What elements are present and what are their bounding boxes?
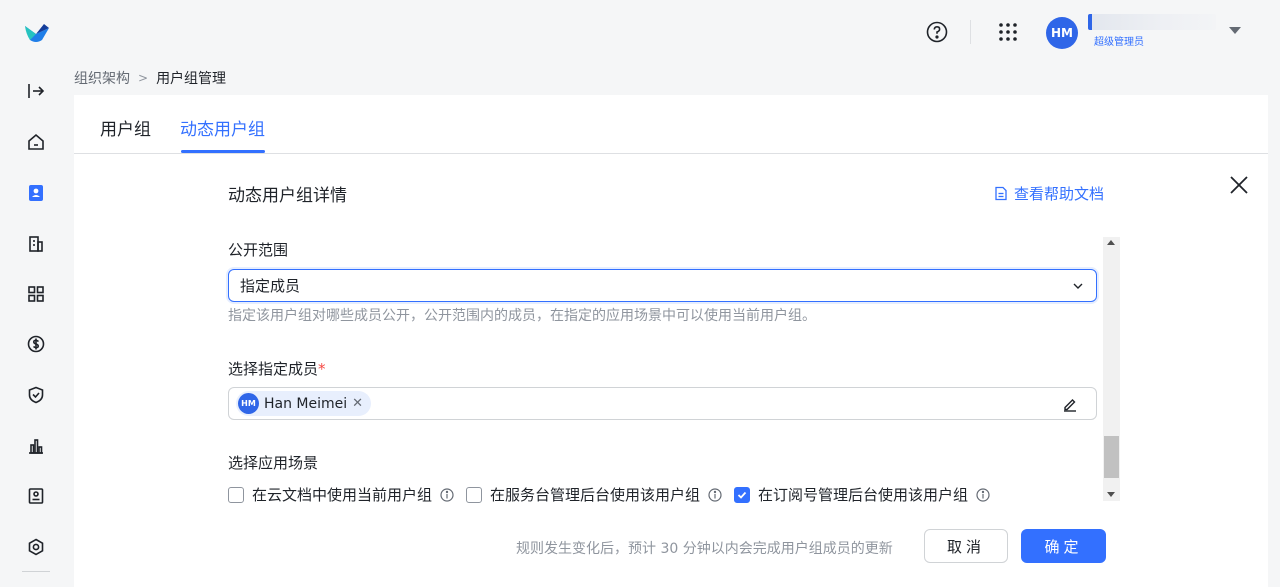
member-chip: HM Han Meimei ✕ <box>236 391 372 416</box>
scene-option-label: 在云文档中使用当前用户组 <box>252 486 433 504</box>
scrollbar-thumb[interactable] <box>1104 436 1119 478</box>
scrollbar[interactable] <box>1103 237 1120 501</box>
info-icon[interactable] <box>440 487 454 502</box>
help-doc-label: 查看帮助文档 <box>1014 185 1105 203</box>
info-icon[interactable] <box>708 487 722 502</box>
check-icon <box>737 491 747 499</box>
visibility-selected-value: 指定成员 <box>240 277 301 295</box>
breadcrumb-separator-icon: > <box>138 71 149 85</box>
app-logo[interactable] <box>22 20 52 46</box>
scene-option-subscription[interactable]: 在订阅号管理后台使用该用户组 <box>734 484 990 505</box>
breadcrumb-parent-link[interactable]: 组织架构 <box>74 68 130 88</box>
home-icon[interactable] <box>24 130 48 154</box>
scenes-options: 在云文档中使用当前用户组 在服务台管理后台使用该用户组 在订阅号管理后台使用该用… <box>228 484 990 505</box>
scene-option-helpdesk[interactable]: 在服务台管理后台使用该用户组 <box>466 484 734 505</box>
help-icon[interactable] <box>925 20 949 44</box>
update-note: 规则发生变化后，预计 30 分钟以内会完成用户组成员的更新 <box>516 541 893 557</box>
scene-option-label: 在订阅号管理后台使用该用户组 <box>758 486 969 504</box>
visibility-select[interactable]: 指定成员 <box>228 269 1097 302</box>
scenes-label: 选择应用场景 <box>228 454 319 472</box>
tab-bar: 用户组 动态用户组 <box>74 95 1268 154</box>
rail-divider <box>22 571 50 572</box>
active-tab-indicator <box>181 150 265 153</box>
required-mark: * <box>318 360 326 378</box>
user-role: 超级管理员 <box>1094 37 1144 48</box>
app-launcher-icon[interactable] <box>996 20 1020 44</box>
member-selector[interactable]: HM Han Meimei ✕ <box>228 387 1097 420</box>
account-menu-caret-icon[interactable] <box>1229 27 1241 34</box>
cancel-button[interactable]: 取消 <box>924 529 1008 563</box>
scene-option-docs[interactable]: 在云文档中使用当前用户组 <box>228 484 466 505</box>
apps-grid-icon[interactable] <box>24 282 48 306</box>
visibility-label: 公开范围 <box>228 241 289 259</box>
user-name-redacted <box>1088 14 1216 30</box>
approval-icon[interactable] <box>24 484 48 508</box>
scene-option-label: 在服务台管理后台使用该用户组 <box>490 486 701 504</box>
checkbox[interactable] <box>228 486 244 503</box>
scroll-down-arrow-icon[interactable] <box>1107 492 1115 497</box>
help-doc-link[interactable]: 查看帮助文档 <box>994 183 1104 204</box>
left-rail <box>0 0 74 587</box>
expand-sidebar-icon[interactable] <box>24 79 48 103</box>
member-name: Han Meimei <box>264 395 348 412</box>
remove-member-icon[interactable]: ✕ <box>352 396 363 411</box>
panel-title: 动态用户组详情 <box>228 186 347 206</box>
contacts-icon[interactable] <box>24 181 48 205</box>
workplace-icon[interactable] <box>24 232 48 256</box>
checkbox-checked[interactable] <box>734 486 750 503</box>
chevron-down-icon <box>1073 283 1083 289</box>
member-avatar: HM <box>238 393 259 414</box>
billing-icon[interactable] <box>24 332 48 356</box>
document-icon <box>995 186 1007 201</box>
scroll-up-arrow-icon[interactable] <box>1107 240 1115 245</box>
breadcrumb: 组织架构 > 用户组管理 <box>74 68 226 88</box>
main-card: 用户组 动态用户组 动态用户组详情 查看帮助文档 公开范围 指定成员 指定该用户… <box>74 95 1268 587</box>
visibility-hint: 指定该用户组对哪些成员公开，公开范围内的成员，在指定的应用场景中可以使用当前用户… <box>228 308 816 324</box>
close-icon[interactable] <box>1227 173 1251 197</box>
confirm-button[interactable]: 确定 <box>1021 529 1106 563</box>
settings-icon[interactable] <box>24 535 48 559</box>
security-shield-icon[interactable] <box>24 383 48 407</box>
topbar-divider <box>970 20 971 44</box>
edit-icon[interactable] <box>1061 395 1079 413</box>
checkbox[interactable] <box>466 486 482 503</box>
tab-dynamic-user-groups[interactable]: 动态用户组 <box>180 115 265 140</box>
analytics-icon[interactable] <box>24 434 48 458</box>
members-label: 选择指定成员* <box>228 360 326 378</box>
breadcrumb-current: 用户组管理 <box>156 71 227 87</box>
user-avatar[interactable]: HM <box>1046 17 1078 49</box>
info-icon[interactable] <box>976 487 990 502</box>
tab-user-groups[interactable]: 用户组 <box>100 115 151 140</box>
